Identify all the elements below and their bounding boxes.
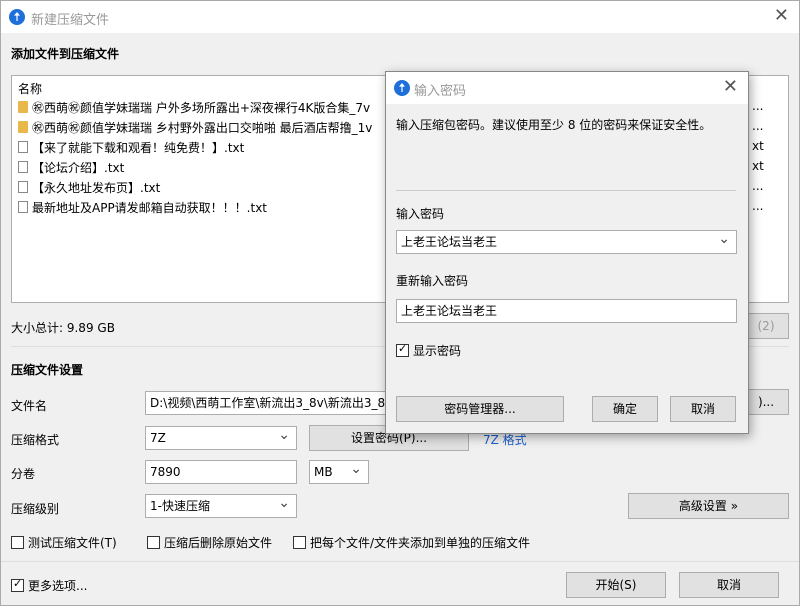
filename-label: 文件名 (11, 399, 48, 413)
file-icon (18, 141, 28, 153)
close-icon[interactable]: ✕ (774, 6, 789, 26)
checkbox-icon[interactable] (11, 536, 24, 549)
settings-heading: 压缩文件设置 (11, 363, 84, 377)
separate-archives-checkbox[interactable]: 把每个文件/文件夹添加到单独的压缩文件 (293, 534, 530, 551)
folder-icon (18, 101, 28, 113)
password-input[interactable]: 上老王论坛当老王 (396, 228, 737, 254)
confirm-password-input[interactable]: 上老王论坛当老王 (396, 299, 737, 323)
confirm-password-label: 重新输入密码 (396, 274, 469, 288)
file-icon (18, 201, 28, 213)
cancel-button[interactable]: 取消 (679, 572, 779, 598)
format-label: 压缩格式 (11, 433, 60, 447)
folder-icon (18, 121, 28, 133)
ok-button[interactable]: 确定 (592, 396, 658, 422)
split-input[interactable]: 7890 (145, 460, 297, 484)
list-item-extra: ... (752, 179, 764, 193)
list-item-name: 【来了就能下载和观看！纯免费！】.txt (32, 141, 245, 155)
checkbox-icon[interactable] (147, 536, 160, 549)
split-unit-select[interactable]: MB (309, 458, 369, 484)
list-item-name: ㊗西萌㊗颜值学妹瑞瑞 户外多场所露出+深夜裸行4K版合集_7v (32, 101, 371, 115)
total-size: 大小总计: 9.89 GB (11, 321, 115, 335)
title-bar: 新建压缩文件 ✕ (1, 1, 799, 33)
app-logo-icon (9, 9, 25, 25)
add-files-heading: 添加文件到压缩文件 (11, 47, 120, 61)
show-password-checkbox[interactable]: 显示密码 (396, 342, 461, 359)
app-logo-icon (394, 80, 410, 96)
list-item[interactable]: 【论坛介绍】.txt (18, 158, 124, 178)
delete-after-checkbox[interactable]: 压缩后删除原始文件 (147, 534, 272, 551)
list-item[interactable]: ㊗西萌㊗颜值学妹瑞瑞 乡村野外露出口交啪啪 最后酒店帮撸_1v (18, 118, 372, 138)
window-title: 新建压缩文件 (31, 13, 110, 28)
filename-input[interactable]: D:\视频\西萌工作室\新流出3_8v\新流出3_8 (145, 391, 391, 415)
start-button[interactable]: 开始(S) (566, 572, 666, 598)
list-item[interactable]: 最新地址及APP请发邮箱自动获取！！！.txt (18, 198, 267, 218)
password-hint: 输入压缩包密码。建议使用至少 8 位的密码来保证安全性。 (396, 118, 712, 132)
divider (1, 561, 799, 562)
list-item[interactable]: ㊗西萌㊗颜值学妹瑞瑞 户外多场所露出+深夜裸行4K版合集_7v (18, 98, 370, 118)
divider (396, 190, 736, 191)
file-icon (18, 181, 28, 193)
list-item-extra: ... (752, 199, 764, 213)
dialog-cancel-button[interactable]: 取消 (670, 396, 736, 422)
list-item[interactable]: 【永久地址发布页】.txt (18, 178, 160, 198)
list-item-extra: ... (752, 119, 764, 133)
dialog-title: 输入密码 (414, 84, 467, 99)
advanced-settings-button[interactable]: 高级设置 » (628, 493, 789, 519)
password-label: 输入密码 (396, 207, 445, 221)
checkbox-checked-icon[interactable] (396, 342, 409, 357)
list-item-name: 【永久地址发布页】.txt (32, 181, 161, 195)
test-archive-checkbox[interactable]: 测试压缩文件(T) (11, 534, 117, 551)
hidden-action-button[interactable]: (2) (743, 313, 789, 339)
browse-button[interactable]: )... (743, 389, 789, 415)
password-dialog: 输入密码 ✕ 输入压缩包密码。建议使用至少 8 位的密码来保证安全性。 输入密码… (385, 71, 749, 434)
list-item-name: 最新地址及APP请发邮箱自动获取！！！.txt (32, 201, 268, 215)
list-item-extra: xt (752, 139, 764, 153)
file-icon (18, 161, 28, 173)
dialog-title-bar: 输入密码 ✕ (386, 72, 748, 104)
list-item-extra: xt (752, 159, 764, 173)
list-item[interactable]: 【来了就能下载和观看！纯免费！】.txt (18, 138, 244, 158)
checkbox-checked-icon[interactable] (11, 577, 24, 592)
list-item-name: ㊗西萌㊗颜值学妹瑞瑞 乡村野外露出口交啪啪 最后酒店帮撸_1v (32, 121, 373, 135)
dialog-close-icon[interactable]: ✕ (723, 77, 738, 97)
level-select[interactable]: 1-快速压缩 (145, 492, 297, 518)
password-manager-button[interactable]: 密码管理器... (396, 396, 564, 422)
format-select[interactable]: 7Z (145, 424, 297, 450)
split-label: 分卷 (11, 467, 36, 481)
checkbox-icon[interactable] (293, 536, 306, 549)
more-options-checkbox[interactable]: 更多选项... (11, 577, 87, 594)
list-header-name[interactable]: 名称 (18, 80, 42, 97)
level-label: 压缩级别 (11, 502, 60, 516)
list-item-extra: ... (752, 99, 764, 113)
list-item-name: 【论坛介绍】.txt (32, 161, 125, 175)
